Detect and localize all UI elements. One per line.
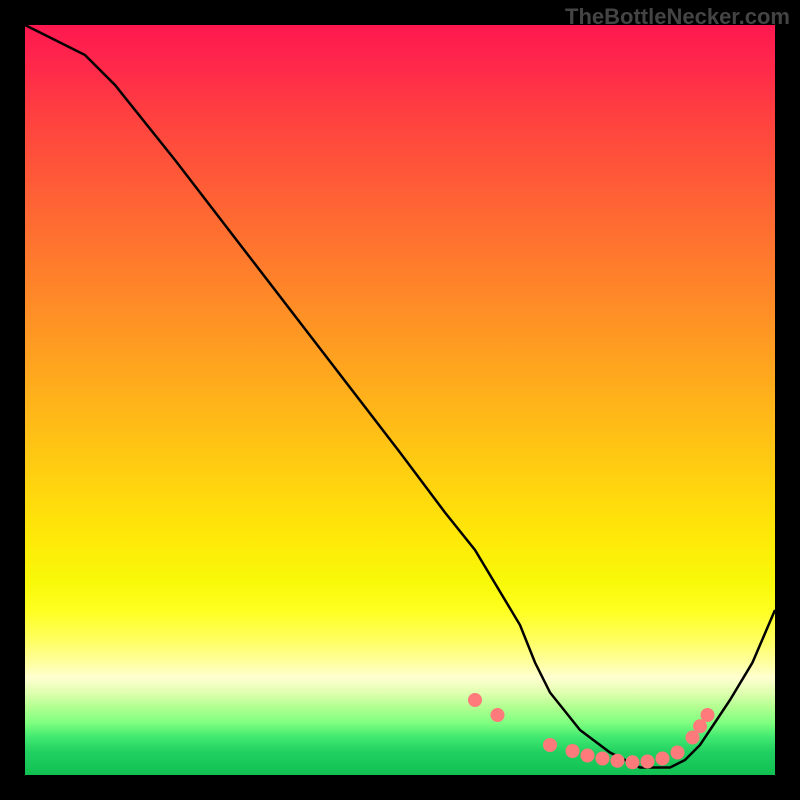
plot-area (25, 25, 775, 775)
watermark-text: TheBottleNecker.com (565, 4, 790, 30)
gradient-background (25, 25, 775, 775)
